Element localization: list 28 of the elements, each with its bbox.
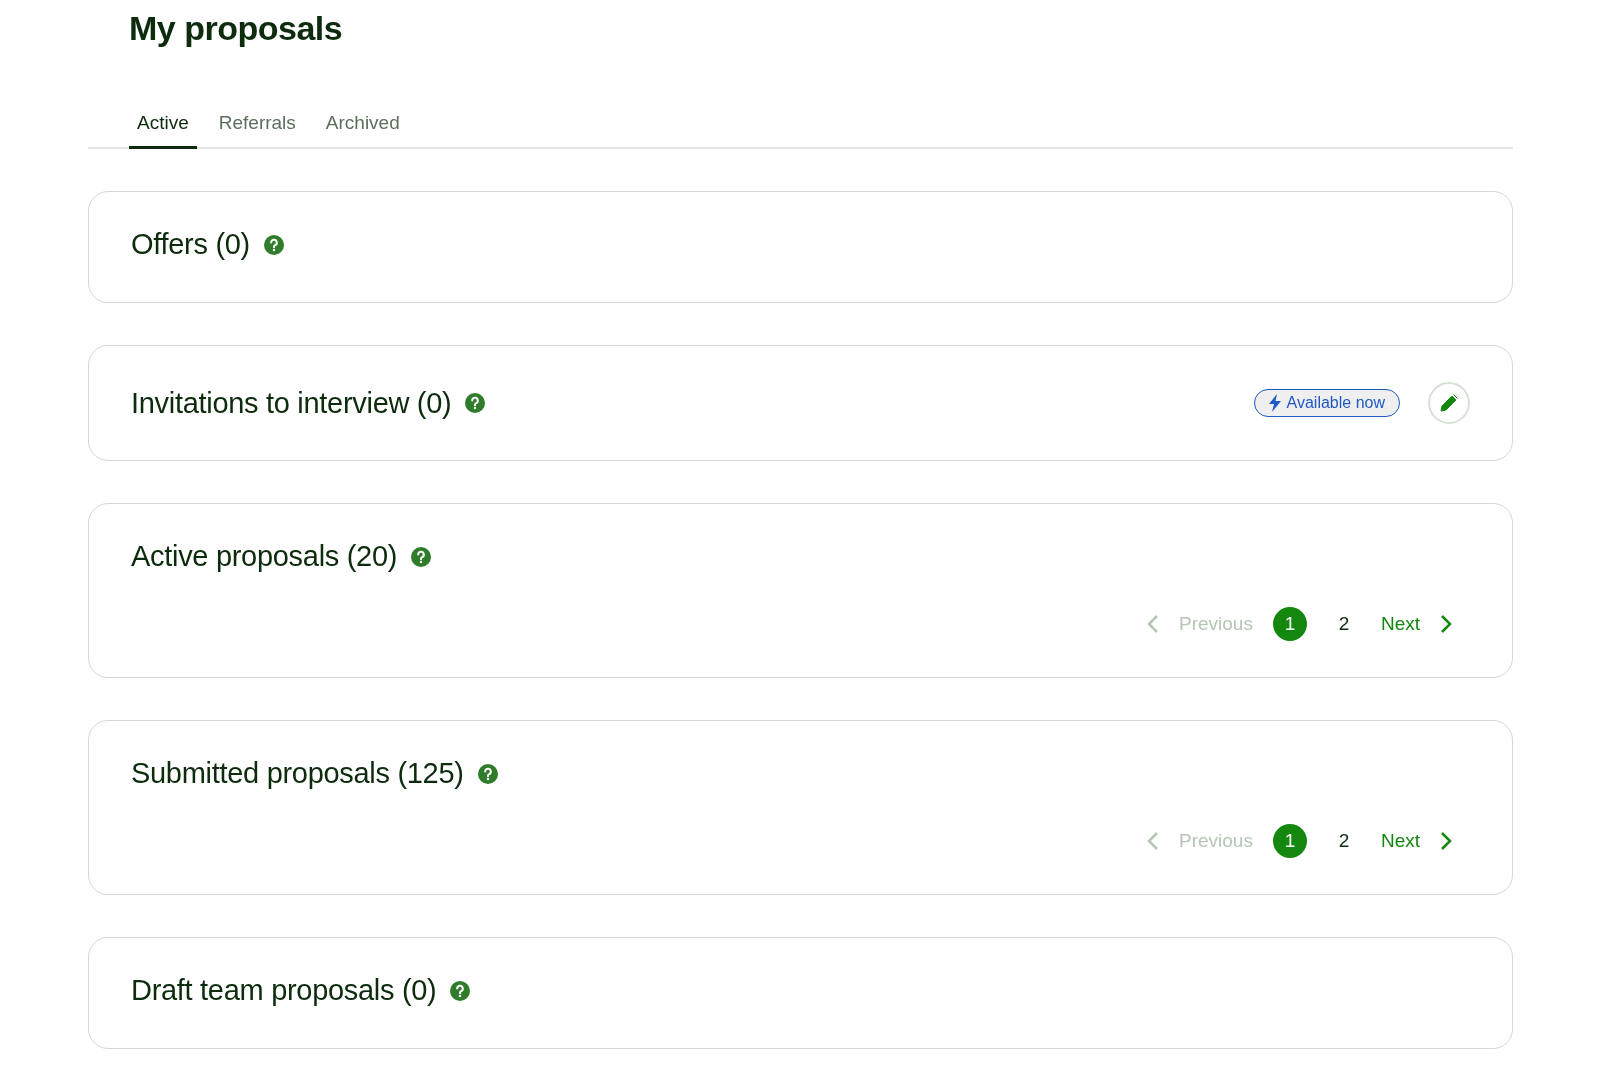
help-icon[interactable]	[263, 234, 284, 255]
edit-button[interactable]	[1428, 382, 1470, 424]
page-button[interactable]: 1	[1272, 607, 1307, 641]
next-button[interactable]: Next	[1380, 830, 1452, 852]
help-icon[interactable]	[450, 980, 471, 1001]
tab[interactable]: Referrals	[210, 103, 304, 149]
tab[interactable]: Archived	[317, 103, 408, 149]
help-icon[interactable]	[411, 546, 432, 567]
lightning-icon	[1268, 394, 1281, 412]
chevron-right-icon	[1440, 614, 1452, 634]
section-title: Invitations to interview (0)	[131, 386, 452, 420]
section-title: Submitted proposals (125)	[131, 757, 464, 790]
page-button[interactable]: 1	[1272, 824, 1307, 858]
pencil-icon	[1439, 393, 1459, 413]
tab[interactable]: Active	[129, 103, 197, 149]
page-title: My proposals	[128, 8, 344, 49]
section-title: Offers (0)	[131, 228, 250, 261]
help-icon[interactable]	[477, 763, 498, 784]
help-icon[interactable]	[465, 393, 486, 413]
page-button[interactable]: 2	[1326, 824, 1361, 858]
chevron-right-icon	[1440, 831, 1452, 851]
chevron-left-icon	[1147, 831, 1159, 851]
section-title: Draft team proposals (0)	[131, 974, 437, 1007]
availability-badge[interactable]: Available now	[1253, 389, 1400, 417]
page-button[interactable]: 2	[1326, 607, 1361, 641]
chevron-left-icon	[1147, 614, 1159, 634]
section-title: Active proposals (20)	[131, 540, 398, 573]
next-button[interactable]: Next	[1380, 613, 1452, 635]
